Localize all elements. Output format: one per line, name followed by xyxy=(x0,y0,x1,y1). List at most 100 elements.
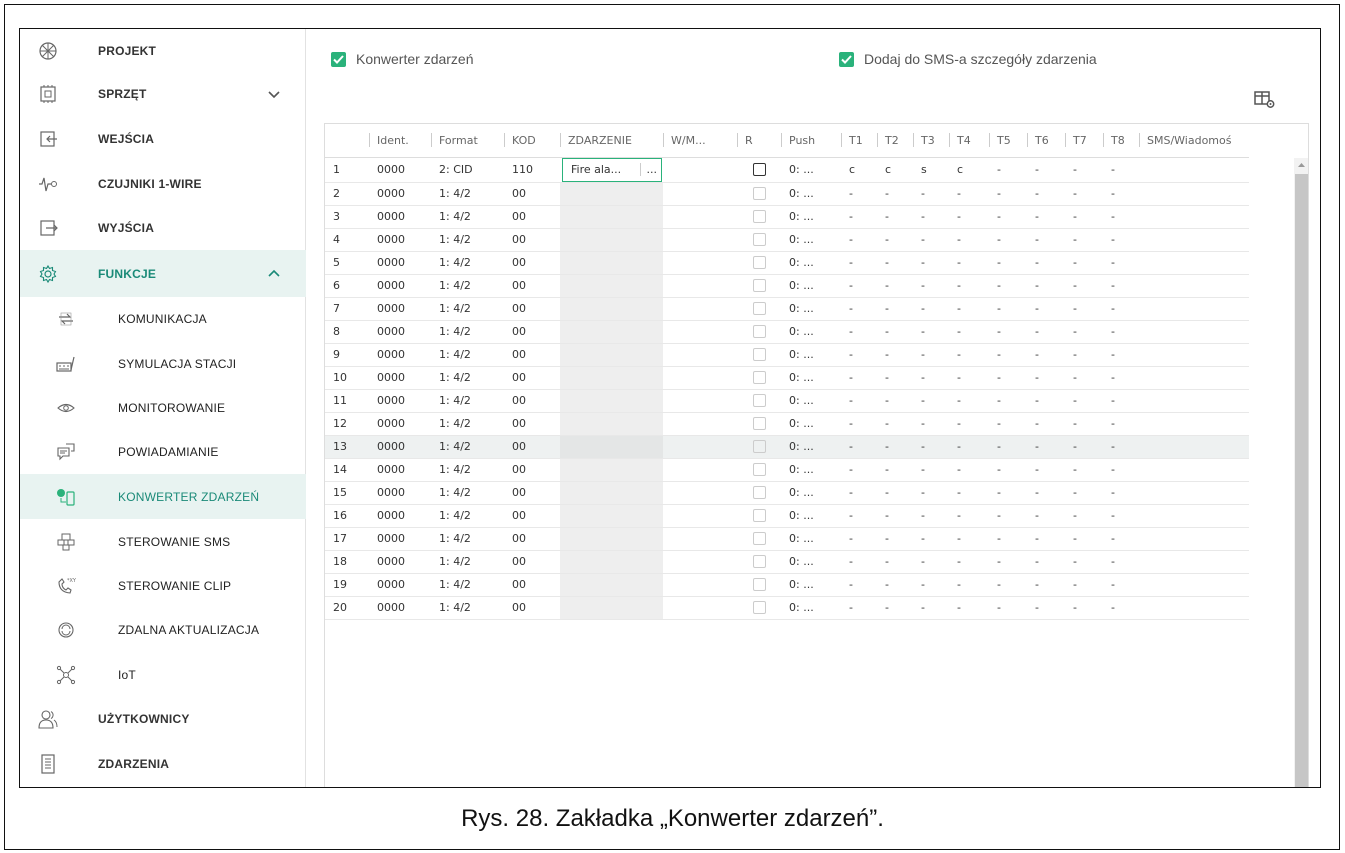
terminal-cell[interactable]: - xyxy=(1027,320,1065,344)
terminal-cell[interactable]: - xyxy=(1065,481,1103,505)
sidebar-item-zdalna-aktualizacja[interactable]: ZDALNA AKTUALIZACJA xyxy=(20,608,306,652)
r-checkbox[interactable] xyxy=(752,325,766,339)
terminal-cell[interactable]: - xyxy=(1065,343,1103,367)
row-number[interactable]: 6 xyxy=(325,274,369,298)
push-cell[interactable]: 0: ... xyxy=(781,435,841,459)
format-cell[interactable]: 1: 4/2 xyxy=(431,481,504,505)
wm-cell[interactable] xyxy=(663,527,737,551)
terminal-cell[interactable]: - xyxy=(989,550,1027,574)
format-cell[interactable]: 1: 4/2 xyxy=(431,320,504,344)
terminal-cell[interactable]: - xyxy=(989,573,1027,597)
code-cell[interactable]: 00 xyxy=(504,366,560,390)
r-cell[interactable] xyxy=(737,458,781,482)
column-header[interactable]: KOD xyxy=(504,124,560,158)
row-number[interactable]: 17 xyxy=(325,527,369,551)
event-cell[interactable] xyxy=(560,228,663,252)
wm-cell[interactable] xyxy=(663,205,737,229)
terminal-cell[interactable]: - xyxy=(989,228,1027,252)
sms-message-cell[interactable] xyxy=(1139,527,1249,551)
row-number[interactable]: 1 xyxy=(325,157,369,183)
terminal-cell[interactable]: - xyxy=(841,435,877,459)
format-cell[interactable]: 1: 4/2 xyxy=(431,504,504,528)
terminal-cell[interactable]: - xyxy=(841,550,877,574)
terminal-cell[interactable]: - xyxy=(1103,366,1139,390)
r-cell[interactable] xyxy=(737,550,781,574)
table-row[interactable]: 10 0000 1: 4/2 00 0: ... - - - - - - - - xyxy=(325,366,1249,390)
terminal-cell[interactable]: - xyxy=(1065,297,1103,321)
terminal-cell[interactable]: - xyxy=(949,412,989,436)
terminal-cell[interactable]: - xyxy=(841,527,877,551)
terminal-cell[interactable]: - xyxy=(949,320,989,344)
wm-cell[interactable] xyxy=(663,343,737,367)
column-header[interactable]: T6 xyxy=(1027,124,1065,158)
wm-cell[interactable] xyxy=(663,297,737,321)
column-header[interactable] xyxy=(325,124,369,158)
terminal-cell[interactable]: - xyxy=(1065,366,1103,390)
wm-cell[interactable] xyxy=(663,573,737,597)
terminal-cell[interactable]: - xyxy=(1027,458,1065,482)
format-cell[interactable]: 1: 4/2 xyxy=(431,458,504,482)
sms-message-cell[interactable] xyxy=(1139,504,1249,528)
terminal-cell[interactable]: - xyxy=(913,596,949,620)
column-header[interactable]: T5 xyxy=(989,124,1027,158)
event-cell[interactable]: Fire ala...... xyxy=(560,157,663,183)
terminal-cell[interactable]: - xyxy=(913,228,949,252)
terminal-cell[interactable]: - xyxy=(877,596,913,620)
r-cell[interactable] xyxy=(737,412,781,436)
code-cell[interactable]: 00 xyxy=(504,481,560,505)
format-cell[interactable]: 1: 4/2 xyxy=(431,182,504,206)
r-cell[interactable] xyxy=(737,366,781,390)
terminal-cell[interactable]: - xyxy=(877,481,913,505)
converter-checkbox[interactable]: Konwerter zdarzeń xyxy=(331,51,474,67)
r-cell[interactable] xyxy=(737,182,781,206)
code-cell[interactable]: 00 xyxy=(504,573,560,597)
sms-message-cell[interactable] xyxy=(1139,481,1249,505)
r-checkbox[interactable] xyxy=(752,509,766,523)
event-cell[interactable] xyxy=(560,297,663,321)
terminal-cell[interactable]: - xyxy=(989,182,1027,206)
ident-cell[interactable]: 0000 xyxy=(369,320,431,344)
row-number[interactable]: 7 xyxy=(325,297,369,321)
terminal-cell[interactable]: - xyxy=(841,205,877,229)
event-cell[interactable] xyxy=(560,527,663,551)
terminal-cell[interactable]: - xyxy=(841,251,877,275)
terminal-cell[interactable]: - xyxy=(877,251,913,275)
r-cell[interactable] xyxy=(737,297,781,321)
table-row[interactable]: 18 0000 1: 4/2 00 0: ... - - - - - - - - xyxy=(325,550,1249,574)
terminal-cell[interactable]: - xyxy=(841,366,877,390)
terminal-cell[interactable]: - xyxy=(1027,297,1065,321)
terminal-cell[interactable]: - xyxy=(841,274,877,298)
terminal-cell[interactable]: - xyxy=(913,412,949,436)
push-cell[interactable]: 0: ... xyxy=(781,527,841,551)
row-number[interactable]: 4 xyxy=(325,228,369,252)
wm-cell[interactable] xyxy=(663,389,737,413)
column-header[interactable]: SMS/Wiadomoś xyxy=(1139,124,1249,158)
ident-cell[interactable]: 0000 xyxy=(369,343,431,367)
code-cell[interactable]: 00 xyxy=(504,182,560,206)
code-cell[interactable]: 00 xyxy=(504,435,560,459)
terminal-cell[interactable]: - xyxy=(841,458,877,482)
format-cell[interactable]: 1: 4/2 xyxy=(431,366,504,390)
terminal-cell[interactable]: - xyxy=(949,205,989,229)
terminal-cell[interactable]: - xyxy=(1065,412,1103,436)
terminal-cell[interactable]: - xyxy=(1065,157,1103,183)
table-row[interactable]: 7 0000 1: 4/2 00 0: ... - - - - - - - - xyxy=(325,297,1249,321)
terminal-cell[interactable]: c xyxy=(877,157,913,183)
r-cell[interactable] xyxy=(737,596,781,620)
chevron-down-icon[interactable] xyxy=(267,87,281,101)
terminal-cell[interactable]: - xyxy=(1027,435,1065,459)
terminal-cell[interactable]: - xyxy=(1103,228,1139,252)
terminal-cell[interactable]: - xyxy=(913,389,949,413)
terminal-cell[interactable]: - xyxy=(1027,527,1065,551)
wm-cell[interactable] xyxy=(663,481,737,505)
format-cell[interactable]: 1: 4/2 xyxy=(431,251,504,275)
terminal-cell[interactable]: - xyxy=(1103,550,1139,574)
r-cell[interactable] xyxy=(737,274,781,298)
terminal-cell[interactable]: - xyxy=(949,458,989,482)
terminal-cell[interactable]: - xyxy=(1027,550,1065,574)
code-cell[interactable]: 00 xyxy=(504,205,560,229)
row-number[interactable]: 2 xyxy=(325,182,369,206)
terminal-cell[interactable]: - xyxy=(949,251,989,275)
format-cell[interactable]: 1: 4/2 xyxy=(431,550,504,574)
terminal-cell[interactable]: - xyxy=(1065,251,1103,275)
